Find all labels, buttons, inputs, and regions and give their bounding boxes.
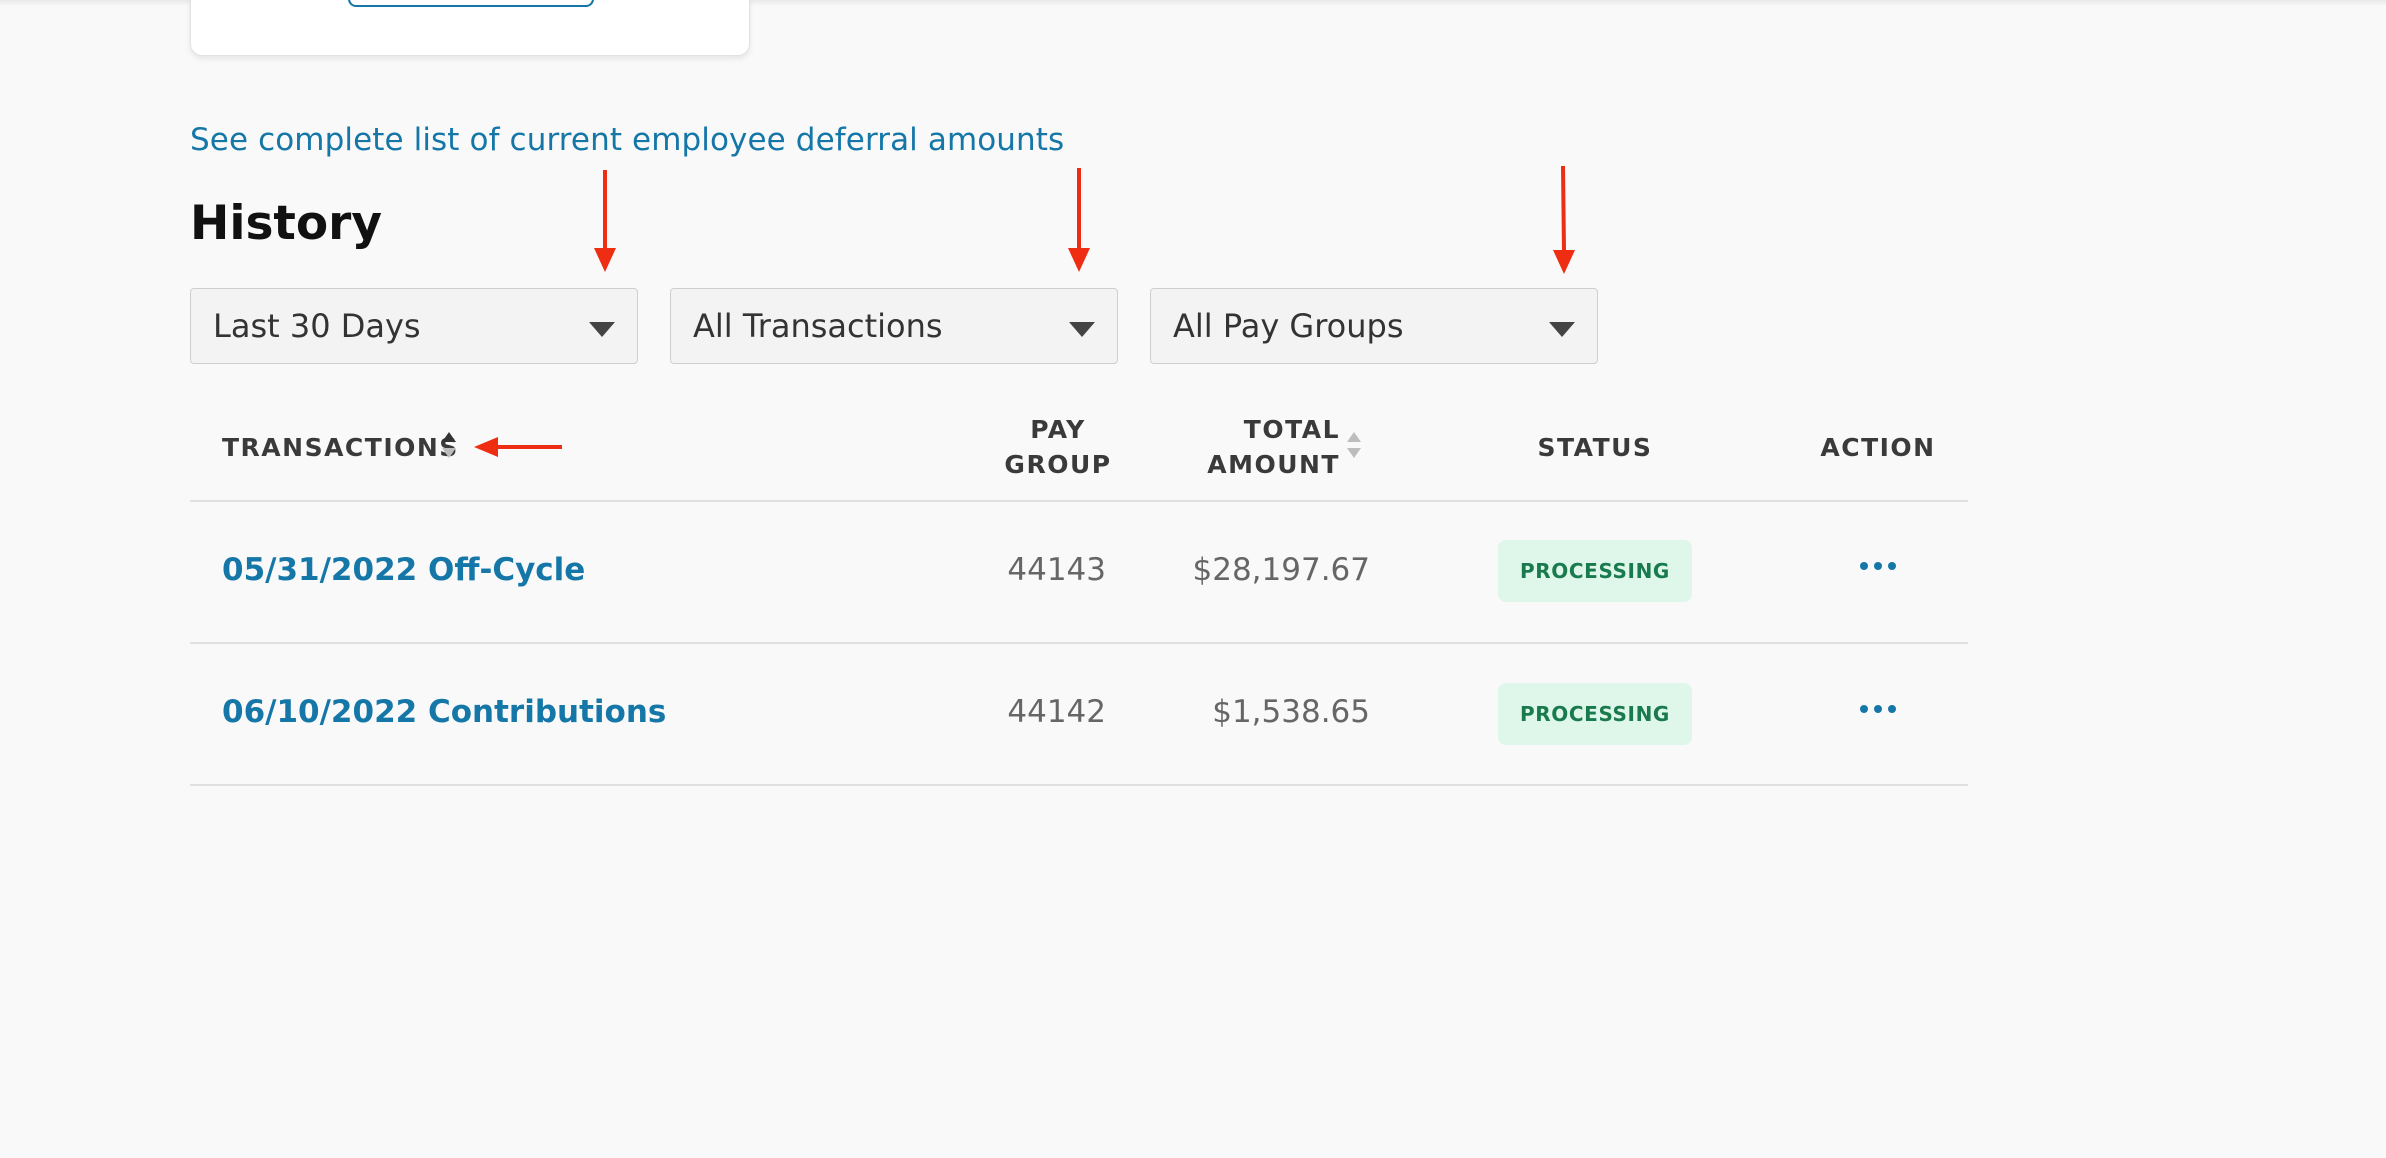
red-arrow-annotation	[1068, 168, 1090, 272]
summary-card-button[interactable]	[348, 0, 594, 7]
pay-group-select-value: All Pay Groups	[1173, 307, 1404, 345]
transaction-type-select-value: All Transactions	[693, 307, 943, 345]
sort-icon[interactable]	[1347, 432, 1363, 462]
header-total-amount[interactable]: TOTAL AMOUNT	[1205, 412, 1340, 482]
status-badge: PROCESSING	[1498, 683, 1692, 745]
summary-card	[190, 0, 750, 56]
header-status: STATUS	[1537, 433, 1653, 462]
total-amount-value: $1,538.65	[1212, 694, 1370, 730]
header-total-amount-line2: AMOUNT	[1207, 450, 1340, 479]
date-range-select[interactable]: Last 30 Days	[190, 288, 638, 364]
chevron-down-icon	[1069, 322, 1095, 337]
header-total-amount-line1: TOTAL	[1243, 415, 1340, 444]
red-arrow-annotation	[1553, 165, 1575, 274]
header-pay-group-line2: GROUP	[1004, 450, 1112, 479]
more-horizontal-icon[interactable]	[1860, 560, 1896, 572]
pay-group-value: 44142	[1007, 694, 1106, 730]
red-arrow-annotation	[474, 437, 562, 457]
header-transactions[interactable]: TRANSACTIONS	[222, 430, 459, 465]
sort-icon[interactable]	[442, 432, 458, 462]
pay-group-value: 44143	[1007, 552, 1106, 588]
table-divider	[190, 642, 1968, 644]
chevron-down-icon	[1549, 322, 1575, 337]
transaction-link[interactable]: 05/31/2022 Off-Cycle	[222, 552, 585, 588]
date-range-select-value: Last 30 Days	[213, 307, 421, 345]
header-pay-group-line1: PAY	[1030, 415, 1086, 444]
header-action: ACTION	[1820, 433, 1936, 462]
transaction-type-select[interactable]: All Transactions	[670, 288, 1118, 364]
table-divider	[190, 500, 1968, 502]
deferral-amounts-link[interactable]: See complete list of current employee de…	[190, 122, 1064, 158]
page-title: History	[190, 196, 382, 251]
header-pay-group: PAY GROUP	[1003, 412, 1113, 482]
more-horizontal-icon[interactable]	[1860, 703, 1896, 715]
chevron-down-icon	[589, 322, 615, 337]
red-arrow-annotation	[594, 170, 616, 272]
total-amount-value: $28,197.67	[1192, 552, 1371, 588]
transaction-link[interactable]: 06/10/2022 Contributions	[222, 694, 666, 730]
status-badge: PROCESSING	[1498, 540, 1692, 602]
pay-group-select[interactable]: All Pay Groups	[1150, 288, 1598, 364]
table-divider	[190, 784, 1968, 786]
